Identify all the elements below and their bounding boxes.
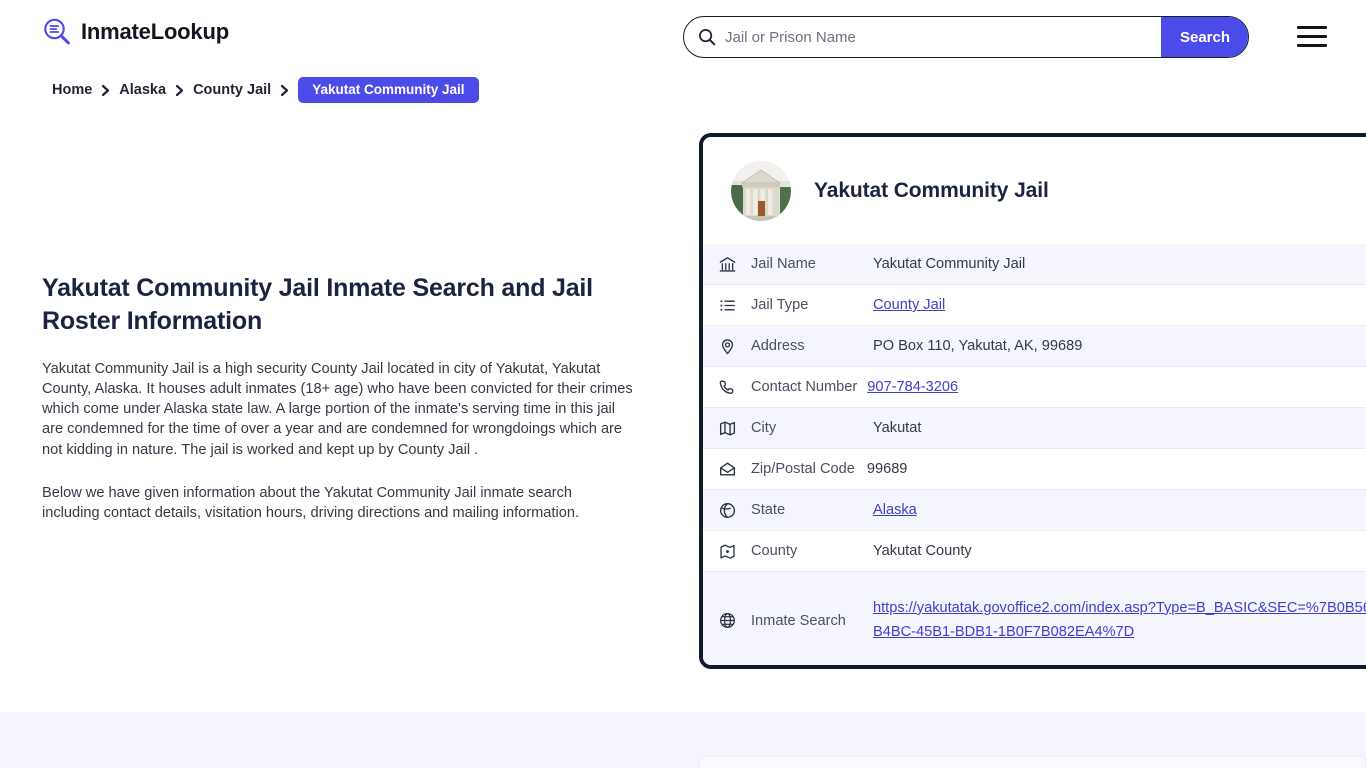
hamburger-bar [1297, 44, 1327, 47]
row-label: County [751, 543, 798, 559]
jail-details-table: Jail Name Yakutat Community Jail Jail Ty… [703, 244, 1366, 665]
brand-name: InmateLookup [81, 19, 229, 44]
row-value: PO Box 110, Yakutat, AK, 99689 [873, 338, 1083, 354]
state-link[interactable]: Alaska [873, 502, 917, 518]
breadcrumb-current-page: Yakutat Community Jail [298, 77, 479, 103]
table-row: County Yakutat County [703, 531, 1366, 572]
footer-panel-top-edge [699, 756, 1366, 768]
search-icon [698, 28, 716, 46]
search-bar[interactable]: Search [683, 16, 1249, 58]
table-row: Jail Name Yakutat Community Jail [703, 244, 1366, 285]
article-paragraph-1: Yakutat Community Jail is a high securit… [42, 361, 633, 458]
row-label: City [751, 420, 777, 436]
map-icon [703, 419, 751, 438]
row-label: Jail Type [751, 297, 809, 313]
envelope-icon [703, 460, 751, 479]
row-label: Inmate Search [751, 612, 846, 629]
contact-number-link[interactable]: 907-784-3206 [867, 379, 958, 395]
courthouse-building-photo [731, 160, 791, 221]
site-logo[interactable]: InmateLookup [42, 17, 229, 47]
table-row: Jail Type County Jail [703, 285, 1366, 326]
globe-icon [703, 501, 751, 520]
table-row: Inmate Search https://yakutatak.govoffic… [703, 572, 1366, 665]
page-root: InmateLookup Search Home Alaska [0, 0, 1366, 768]
row-label: Address [751, 338, 805, 354]
table-row: Contact Number 907-784-3206 [703, 367, 1366, 408]
table-row: State Alaska [703, 490, 1366, 531]
row-value: Yakutat Community Jail [873, 256, 1026, 272]
row-value: 99689 [866, 461, 908, 477]
row-value: Yakutat County [873, 543, 972, 559]
table-row: Zip/Postal Code 99689 [703, 449, 1366, 490]
search-input[interactable] [716, 17, 1161, 57]
breadcrumb: Home Alaska County Jail Yakutat Communit… [52, 77, 479, 103]
list-icon [703, 296, 751, 315]
card-header: Yakutat Community Jail [703, 137, 1366, 244]
map-pin-icon [703, 337, 751, 356]
chevron-right-icon [280, 84, 289, 97]
hamburger-bar [1297, 35, 1327, 38]
row-value: Yakutat [873, 420, 922, 436]
breadcrumb-item-county-jail[interactable]: County Jail [193, 82, 271, 98]
map-region-icon [703, 542, 751, 561]
search-logo-icon [42, 17, 72, 47]
breadcrumb-item-home[interactable]: Home [52, 82, 92, 98]
chevron-right-icon [101, 84, 110, 97]
bank-icon [703, 255, 751, 274]
hamburger-bar [1297, 26, 1327, 29]
card-title: Yakutat Community Jail [814, 178, 1049, 202]
hamburger-menu-icon[interactable] [1297, 26, 1327, 47]
inmate-search-url-link[interactable]: https://yakutatak.govoffice2.com/index.a… [873, 600, 1366, 640]
search-button[interactable]: Search [1161, 17, 1248, 57]
article-paragraph-2: Below we have given information about th… [42, 484, 580, 521]
table-row: Address PO Box 110, Yakutat, AK, 99689 [703, 326, 1366, 367]
row-label: Contact Number [751, 379, 858, 395]
jail-info-card: Yakutat Community Jail Jail Name Yakutat [699, 133, 1366, 669]
page-title: Yakutat Community Jail Inmate Search and… [42, 274, 593, 335]
row-label: State [751, 502, 786, 518]
site-header: InmateLookup Search [0, 0, 1366, 73]
row-label: Jail Name [751, 256, 816, 272]
row-label: Zip/Postal Code [751, 461, 855, 477]
article-column: Yakutat Community Jail Inmate Search and… [42, 272, 642, 523]
breadcrumb-item-alaska[interactable]: Alaska [119, 82, 166, 98]
jail-type-link[interactable]: County Jail [873, 297, 945, 313]
table-row: City Yakutat [703, 408, 1366, 449]
globe-wire-icon [703, 611, 751, 630]
phone-icon [703, 378, 751, 397]
chevron-right-icon [175, 84, 184, 97]
